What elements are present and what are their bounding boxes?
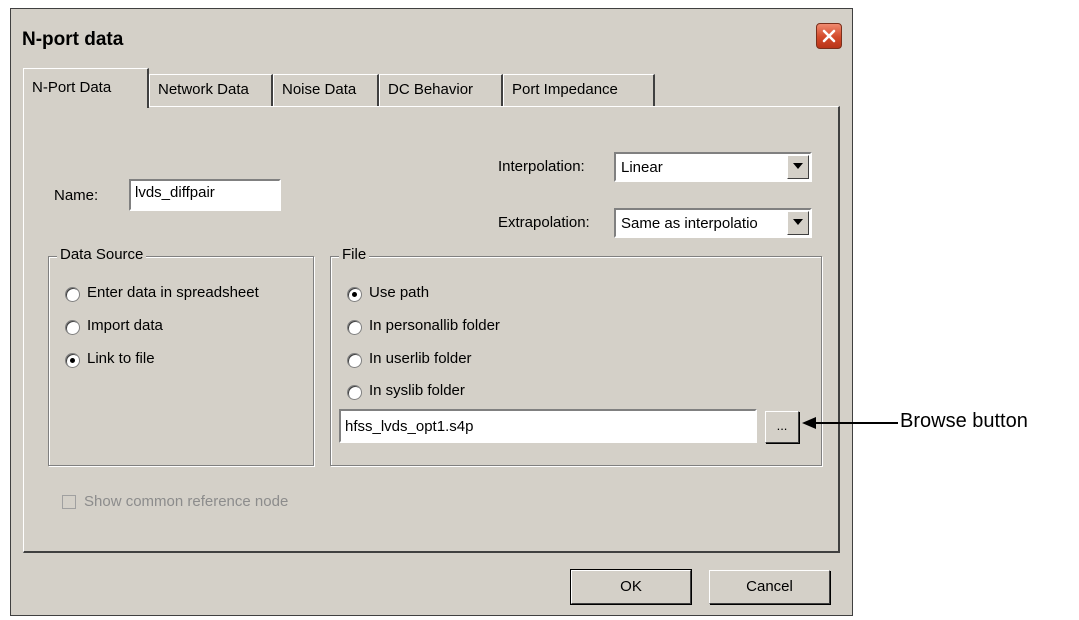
data-source-group: Data Source Enter data in spreadsheet Im… xyxy=(48,246,314,466)
radio-label: Import data xyxy=(87,317,163,334)
tab-noise-data[interactable]: Noise Data xyxy=(273,74,379,106)
file-path-input[interactable]: hfss_lvds_opt1.s4p xyxy=(339,409,757,443)
interpolation-value: Linear xyxy=(621,159,663,176)
name-input[interactable]: lvds_diffpair xyxy=(129,179,281,211)
radio-label: In userlib folder xyxy=(369,350,472,367)
interpolation-label: Interpolation: xyxy=(498,158,585,175)
extrapolation-select[interactable]: Same as interpolatio xyxy=(614,208,812,238)
n-port-data-dialog: N-port data N-Port Data Network Data Noi… xyxy=(10,8,853,616)
extrapolation-label: Extrapolation: xyxy=(498,214,590,231)
checkbox-label: Show common reference node xyxy=(84,493,289,510)
radio-label: Link to file xyxy=(87,350,155,367)
file-group-title: File xyxy=(339,246,370,263)
tab-network-data[interactable]: Network Data xyxy=(149,74,273,106)
radio-circle xyxy=(65,353,80,368)
tab-panel: Name: lvds_diffpair Interpolation: Linea… xyxy=(23,106,840,553)
radio-label: Use path xyxy=(369,284,430,301)
chevron-down-icon xyxy=(793,163,803,169)
title-bar: N-port data xyxy=(11,9,852,67)
tab-label: Network Data xyxy=(158,81,249,98)
checkbox-box xyxy=(62,495,76,509)
tab-port-impedance[interactable]: Port Impedance xyxy=(503,74,655,106)
tab-n-port-data[interactable]: N-Port Data xyxy=(23,68,149,108)
radio-label: In syslib folder xyxy=(369,382,465,399)
radio-circle xyxy=(347,353,362,368)
radio-dot xyxy=(70,358,75,363)
close-button[interactable] xyxy=(816,23,842,49)
radio-circle xyxy=(347,320,362,335)
radio-circle xyxy=(347,287,362,302)
radio-label: Enter data in spreadsheet xyxy=(87,284,259,301)
extrapolation-value: Same as interpolatio xyxy=(621,215,758,232)
interpolation-select[interactable]: Linear xyxy=(614,152,812,182)
tab-label: Port Impedance xyxy=(512,81,618,98)
annotation-arrow xyxy=(802,417,898,429)
browse-button[interactable]: ... xyxy=(765,411,799,443)
tab-label: DC Behavior xyxy=(388,81,474,98)
radio-circle xyxy=(65,287,80,302)
ok-button[interactable]: OK xyxy=(570,569,692,605)
tab-label: N-Port Data xyxy=(32,79,112,96)
extrapolation-dropdown-button[interactable] xyxy=(787,211,809,235)
annotation-label: Browse button xyxy=(900,410,1028,432)
radio-circle xyxy=(65,320,80,335)
window-title: N-port data xyxy=(22,29,124,50)
data-source-title: Data Source xyxy=(57,246,147,263)
tab-label: Noise Data xyxy=(282,81,357,98)
cancel-button[interactable]: Cancel xyxy=(709,570,830,604)
interpolation-dropdown-button[interactable] xyxy=(787,155,809,179)
chevron-down-icon xyxy=(793,219,803,225)
radio-dot xyxy=(352,292,357,297)
name-label: Name: xyxy=(54,187,99,204)
tab-dc-behavior[interactable]: DC Behavior xyxy=(379,74,503,106)
radio-circle xyxy=(347,385,362,400)
radio-label: In personallib folder xyxy=(369,317,500,334)
close-icon xyxy=(822,29,836,43)
file-group: File Use path In personallib folder In u… xyxy=(330,246,822,466)
